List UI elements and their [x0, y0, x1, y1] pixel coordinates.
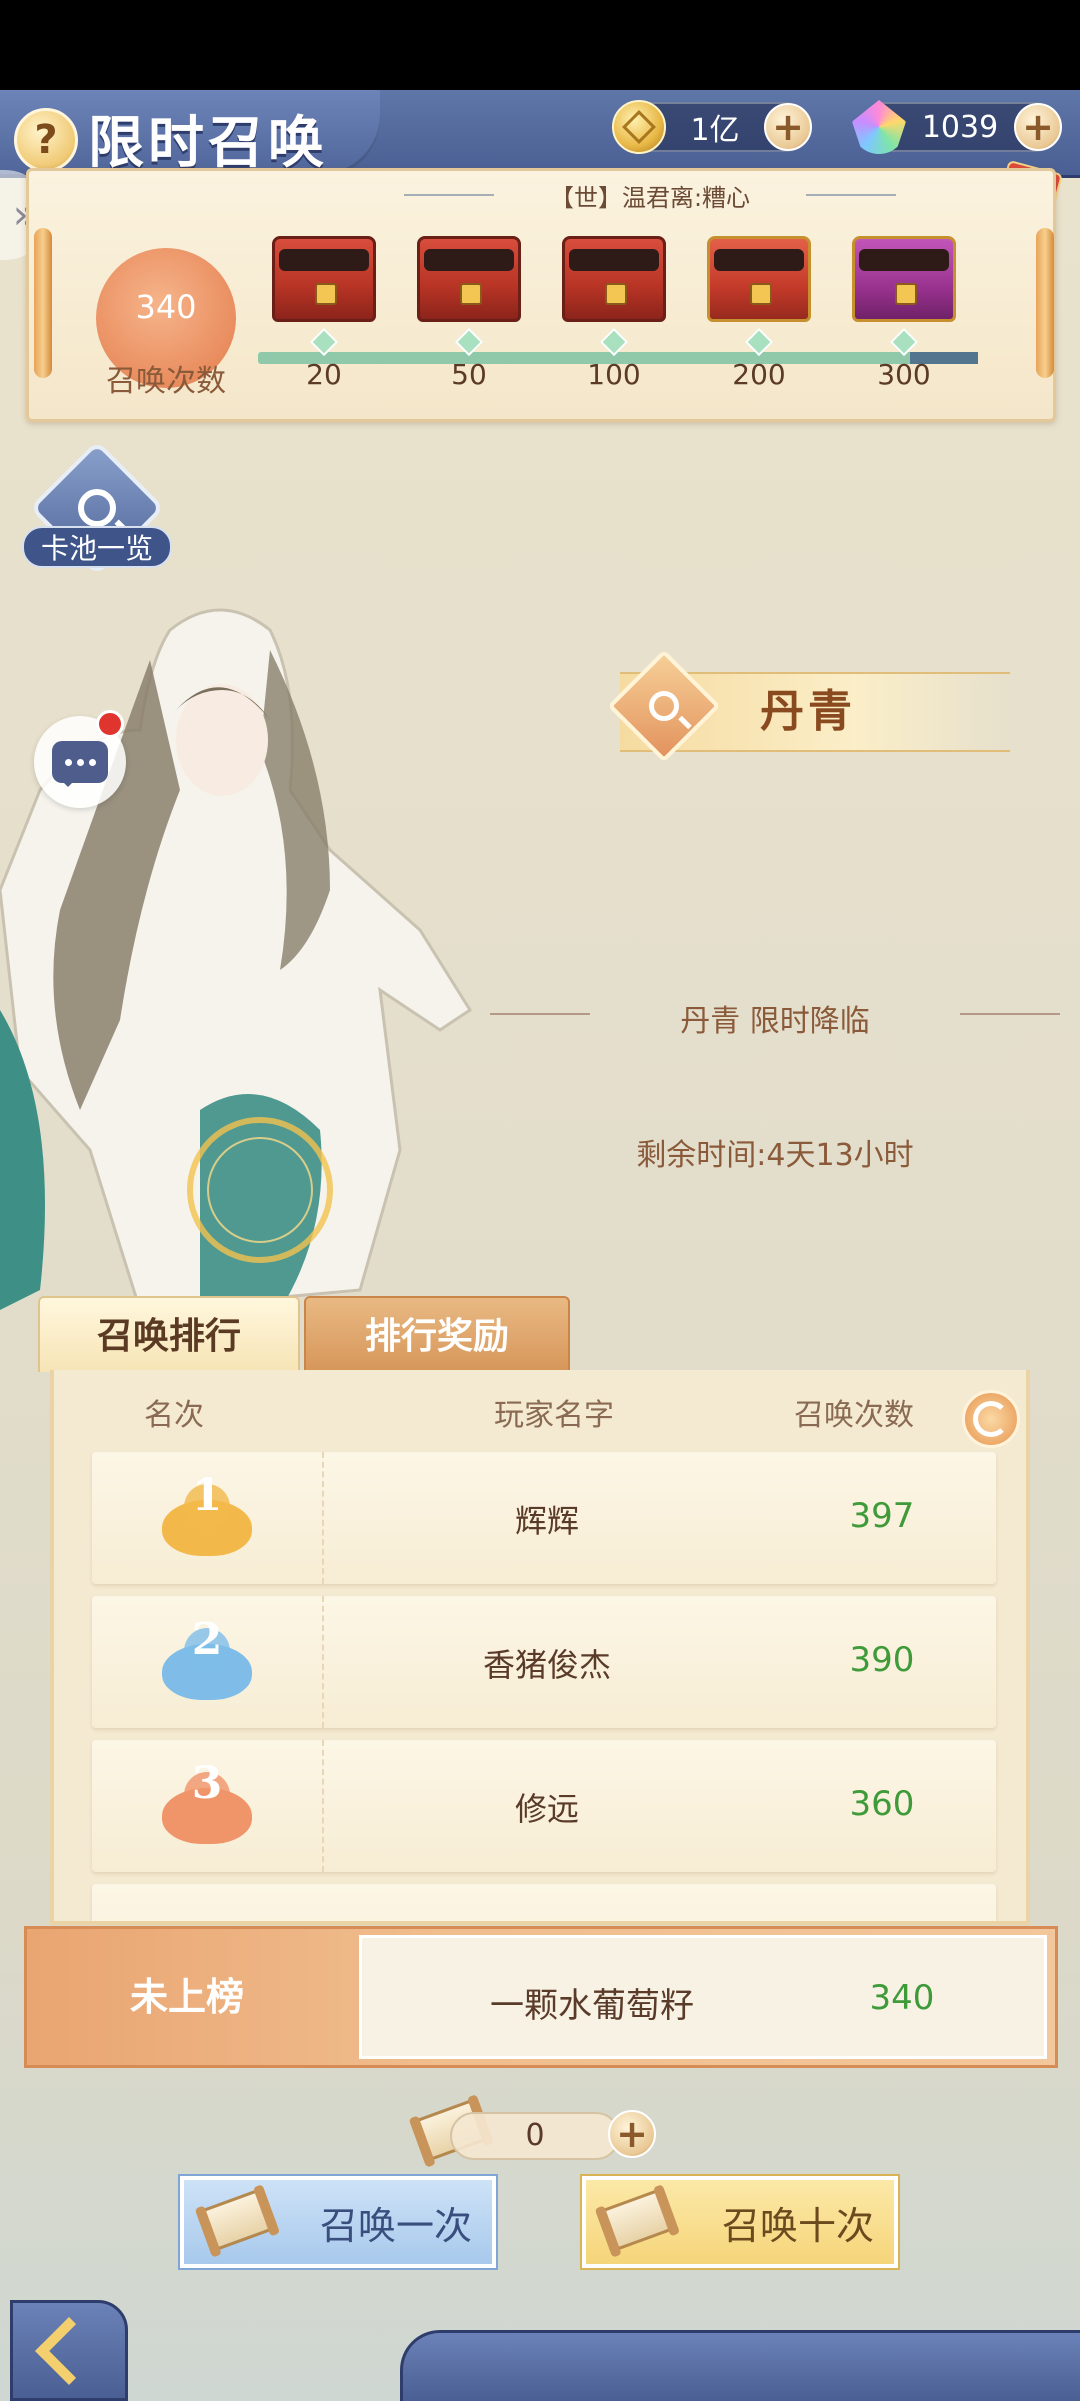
add-coins-button[interactable]: +: [764, 103, 812, 151]
player-title-label: 【世】温君离:糟心: [404, 178, 896, 212]
tab-ranking-rewards[interactable]: 排行奖励: [304, 1296, 570, 1372]
milestone-marker: [454, 327, 484, 357]
remaining-time: 剩余时间:4天13小时: [636, 1138, 914, 1173]
back-arrow-icon: [35, 2316, 103, 2385]
summon-count-label: 召唤次数: [106, 364, 226, 399]
chest-icon: [562, 236, 666, 322]
ranking-row: 2 香猪俊杰 390: [92, 1596, 996, 1728]
milestone-marker: [309, 327, 339, 357]
milestone-20[interactable]: 20: [264, 236, 384, 391]
feature-character-name: 丹青: [760, 686, 856, 737]
scroll-rod-right: [1036, 228, 1054, 378]
scroll-rod-left: [34, 228, 52, 378]
ranking-header: 名次 玩家名字 召唤次数: [54, 1370, 1026, 1450]
limited-time-announcement: 丹青 限时降临: [680, 1004, 870, 1039]
add-tickets-button[interactable]: +: [608, 2110, 656, 2158]
ticket-count: 0: [450, 2112, 620, 2160]
rank-2-medal-icon: 2: [152, 1614, 262, 1710]
add-gems-button[interactable]: +: [1014, 103, 1062, 151]
page-title: 限时召唤: [88, 110, 328, 176]
gem-counter: 1039 +: [852, 100, 1062, 154]
my-ranking-row: 未上榜 一颗水葡萄籽 340: [24, 1926, 1058, 2068]
coin-counter: 1亿 +: [612, 100, 812, 154]
card-pool-button[interactable]: 卡池一览: [22, 440, 172, 576]
bottom-frame: [400, 2330, 1080, 2401]
magnifier-icon: [78, 489, 116, 527]
milestone-marker: [744, 327, 774, 357]
my-rank-status: 未上榜: [129, 1974, 244, 2019]
ranking-row: 1 辉辉 397: [92, 1452, 996, 1584]
coin-icon: [612, 100, 666, 154]
milestone-200[interactable]: 200: [699, 236, 819, 391]
chest-icon: [272, 236, 376, 322]
refresh-icon[interactable]: [962, 1390, 1020, 1448]
player-name: 辉辉: [514, 1502, 579, 1540]
header-rank: 名次: [144, 1398, 204, 1433]
chat-bubble-icon: [52, 741, 108, 787]
player-count: 390: [849, 1640, 915, 1680]
milestone-100[interactable]: 100: [554, 236, 674, 391]
header-count: 召唤次数: [794, 1398, 914, 1433]
my-player-name: 一颗水葡萄籽: [490, 1986, 694, 2026]
ranking-row: 3 修远 360: [92, 1740, 996, 1872]
milestone-marker: [599, 327, 629, 357]
question-icon[interactable]: ?: [14, 108, 78, 172]
player-count: 397: [849, 1496, 915, 1536]
coin-value: 1亿: [690, 113, 740, 148]
header-player: 玩家名字: [494, 1398, 614, 1433]
chest-icon: [417, 236, 521, 322]
player-count: 360: [849, 1784, 915, 1824]
my-summon-count: 340: [869, 1978, 935, 2018]
rank-3-medal-icon: 3: [152, 1758, 262, 1854]
summon-ten-label: 召唤十次: [721, 2204, 874, 2248]
rank-1-medal-icon: 1: [152, 1470, 262, 1566]
tab-summon-ranking[interactable]: 召唤排行: [38, 1296, 300, 1372]
summon-once-label: 召唤一次: [319, 2204, 472, 2248]
milestone-300[interactable]: 300: [844, 236, 964, 391]
ranking-panel: 名次 玩家名字 召唤次数 1 辉辉 397 2 香猪俊杰 390 3 修远 36…: [50, 1370, 1030, 1925]
milestone-50[interactable]: 50: [409, 236, 529, 391]
chest-icon: [707, 236, 811, 322]
my-rank-info: 一颗水葡萄籽 340: [359, 1935, 1047, 2059]
status-bar: [0, 0, 1080, 90]
card-pool-label: 卡池一览: [22, 526, 172, 568]
milestone-marker: [889, 327, 919, 357]
magnifier-icon: [649, 691, 679, 721]
notification-dot: [96, 710, 124, 738]
character-illustration: [0, 590, 520, 1330]
player-name: 修远: [514, 1790, 579, 1828]
back-button[interactable]: [10, 2300, 128, 2401]
player-name: 香猪俊杰: [482, 1646, 611, 1684]
gem-value: 1039: [921, 109, 999, 145]
ranking-row-partial: [92, 1884, 996, 1921]
chest-icon: [852, 236, 956, 322]
